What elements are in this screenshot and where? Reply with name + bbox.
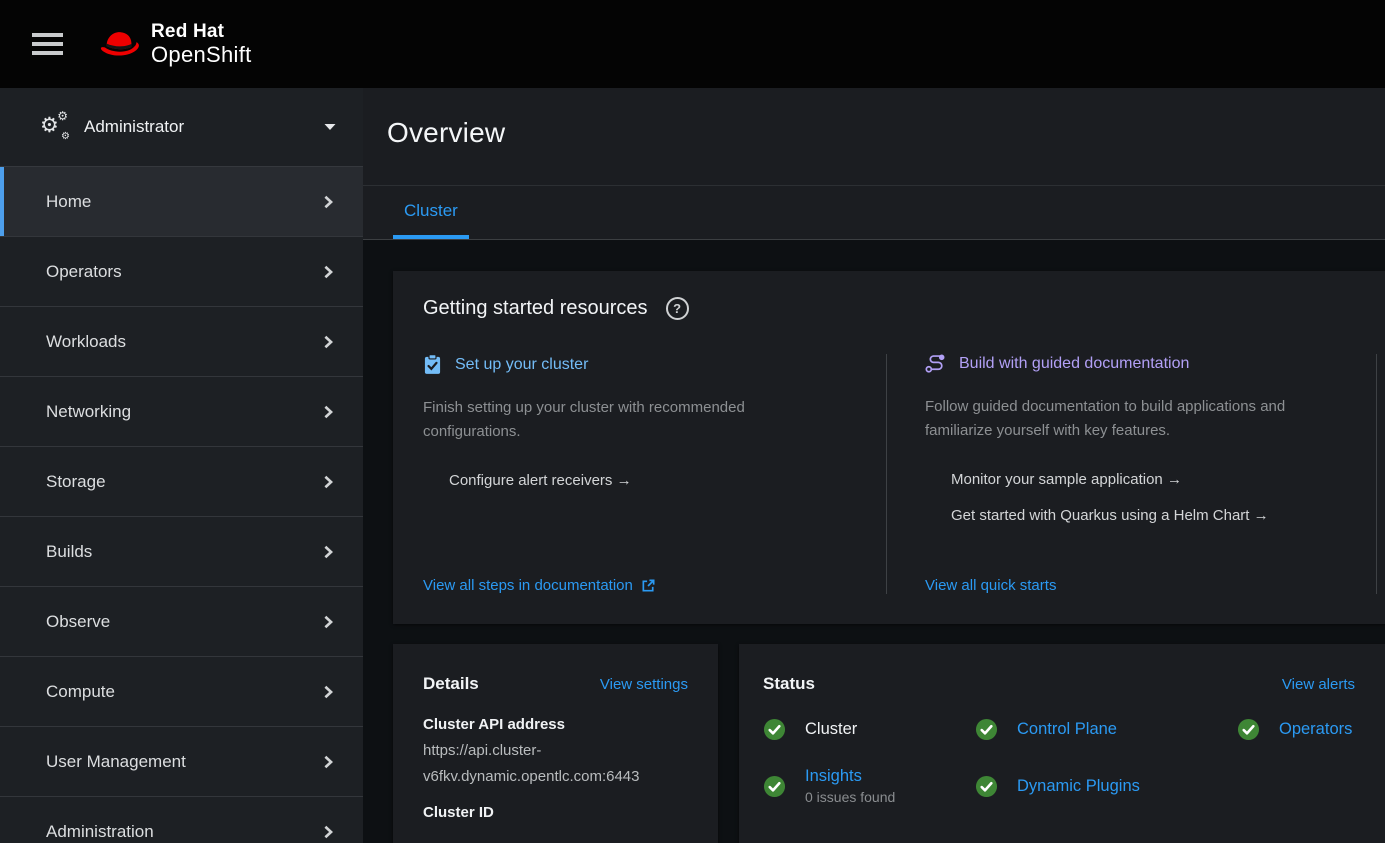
setup-cluster-column: Set up your cluster Finish setting up yo… [423,354,887,594]
perspective-label: Administrator [84,117,184,137]
chevron-right-icon [321,195,335,209]
check-circle-icon [975,775,998,798]
guided-documentation-description: Follow guided documentation to build app… [925,395,1334,443]
chevron-right-icon [321,755,335,769]
status-card: Status View alerts Cluster [739,644,1385,843]
guided-documentation-heading[interactable]: Build with guided documentation [925,354,1334,374]
chevron-right-icon [321,615,335,629]
status-item-control-plane[interactable]: Control Plane [975,718,1237,741]
check-circle-icon [1237,718,1260,741]
openshift-console: Red Hat OpenShift ⚙ ⚙ ⚙ Administrator Ho… [0,0,1385,843]
arrow-right-icon: → [1254,507,1269,524]
sidebar-item-administration[interactable]: Administration [0,797,363,843]
overview-content: Getting started resources ? [363,240,1385,843]
brand-line1: Red Hat [151,22,252,41]
configure-alert-receivers-link[interactable]: Configure alert receivers → [423,469,842,493]
redhat-openshift-logo: Red Hat OpenShift [97,22,252,66]
status-title: Status [763,674,815,694]
view-alerts-link[interactable]: View alerts [1282,676,1355,693]
cogs-icon: ⚙ ⚙ ⚙ [40,114,70,140]
details-card: Details View settings Cluster API addres… [393,644,718,843]
chevron-right-icon [321,685,335,699]
chevron-right-icon [321,825,335,839]
tab-cluster[interactable]: Cluster [393,186,469,239]
arrow-right-icon: → [1167,471,1182,488]
details-title: Details [423,674,479,694]
view-all-steps-link[interactable]: View all steps in documentation [423,577,842,594]
arrow-right-icon: → [617,472,632,489]
brand-line2: OpenShift [151,44,252,66]
sidebar-item-workloads[interactable]: Workloads [0,307,363,377]
getting-started-card: Getting started resources ? [393,271,1385,624]
guided-documentation-column: Build with guided documentation Follow g… [887,354,1377,594]
sidebar-item-builds[interactable]: Builds [0,517,363,587]
hamburger-icon [32,33,63,37]
external-link-icon [641,578,656,593]
sidebar-item-networking[interactable]: Networking [0,377,363,447]
insights-issues-count: 0 issues found [805,789,895,805]
sidebar-item-user-management[interactable]: User Management [0,727,363,797]
redhat-fedora-icon [97,25,143,63]
cluster-api-address-value: https://api.cluster-v6fkv.dynamic.opentl… [423,738,688,790]
quarkus-helm-chart-link[interactable]: Get started with Quarkus using a Helm Ch… [925,504,1334,528]
sidebar-nav: Home Operators Workloads Networking Stor… [0,167,363,843]
monitor-sample-application-link[interactable]: Monitor your sample application → [925,468,1334,492]
page-header: Overview [363,88,1385,186]
nav-toggle-button[interactable] [28,29,67,59]
main-content: Overview Cluster Getting started resourc… [363,88,1385,843]
sidebar: ⚙ ⚙ ⚙ Administrator Home Operators Workl… [0,88,363,843]
clipped-third-column [1377,354,1385,594]
status-item-insights[interactable]: Insights 0 issues found [763,767,975,805]
chevron-right-icon [321,335,335,349]
cluster-api-address-field: Cluster API address https://api.cluster-… [423,716,688,790]
chevron-right-icon [321,265,335,279]
masthead: Red Hat OpenShift [0,0,1385,88]
view-all-quick-starts-link[interactable]: View all quick starts [925,577,1334,594]
sidebar-item-home[interactable]: Home [0,167,363,237]
setup-cluster-description: Finish setting up your cluster with reco… [423,396,842,444]
chevron-right-icon [321,405,335,419]
chevron-right-icon [321,545,335,559]
chevron-right-icon [321,475,335,489]
status-item-operators[interactable]: Operators [1237,718,1355,741]
perspective-switcher[interactable]: ⚙ ⚙ ⚙ Administrator [0,88,363,167]
getting-started-title: Getting started resources [423,297,648,320]
view-settings-link[interactable]: View settings [600,676,688,693]
status-item-dynamic-plugins[interactable]: Dynamic Plugins [975,767,1237,805]
cluster-id-field: Cluster ID [423,804,688,821]
check-circle-icon [975,718,998,741]
sidebar-item-storage[interactable]: Storage [0,447,363,517]
sidebar-item-observe[interactable]: Observe [0,587,363,657]
caret-down-icon [324,123,336,131]
sidebar-item-compute[interactable]: Compute [0,657,363,727]
check-circle-icon [763,718,786,741]
setup-cluster-heading[interactable]: Set up your cluster [423,354,842,375]
check-circle-icon [763,775,786,798]
sidebar-item-operators[interactable]: Operators [0,237,363,307]
route-icon [925,354,946,374]
tab-bar: Cluster [363,186,1385,240]
page-title: Overview [387,117,1385,149]
clipboard-check-icon [423,354,442,375]
status-item-cluster: Cluster [763,718,975,741]
help-icon[interactable]: ? [666,297,689,320]
